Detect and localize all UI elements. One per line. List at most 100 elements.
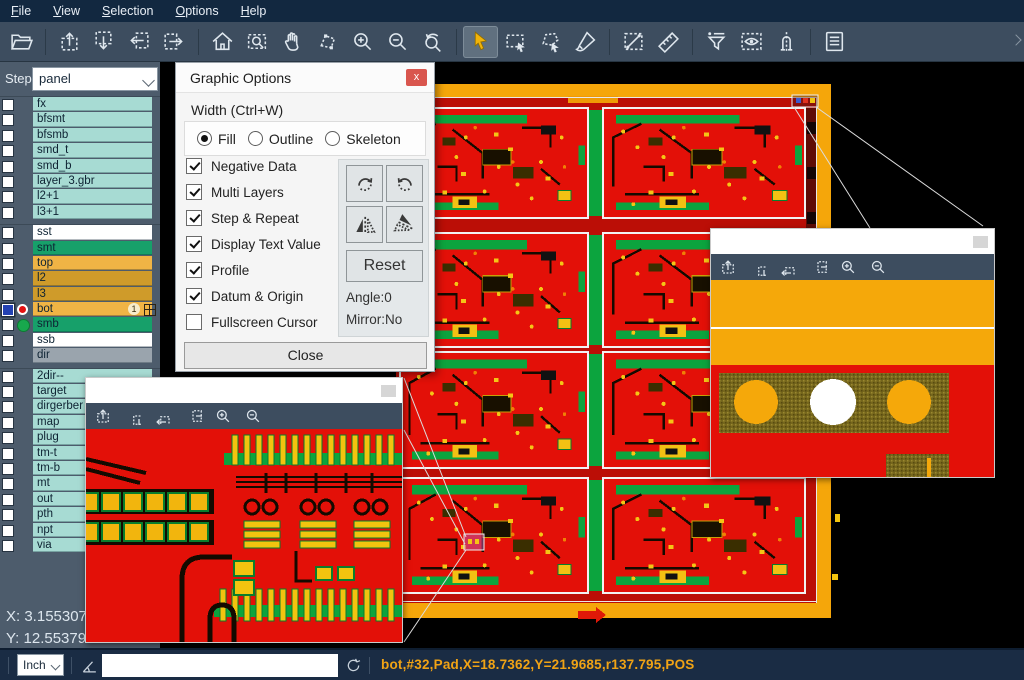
pan-right-button[interactable] [157, 26, 192, 58]
layer-checkbox[interactable] [2, 335, 14, 347]
layer-label[interactable]: smd_b [33, 159, 152, 173]
option-checkbox-row[interactable]: Datum & Origin [186, 283, 336, 309]
checkbox-icon[interactable] [186, 288, 202, 304]
highlight-net-button[interactable] [769, 26, 804, 58]
layer-checkbox[interactable] [2, 176, 14, 188]
layer-row[interactable]: fx [0, 97, 160, 112]
filter-button[interactable] [699, 26, 734, 58]
layer-label[interactable]: layer_3.gbr [33, 174, 152, 188]
move-vertex-button[interactable] [310, 26, 345, 58]
pan-left-icon[interactable] [154, 407, 172, 425]
unit-selector[interactable]: Inch [17, 654, 64, 676]
layer-checkbox[interactable] [2, 161, 14, 173]
option-checkbox-row[interactable]: Profile [186, 257, 336, 283]
layer-label[interactable]: smd_t [33, 143, 152, 157]
layer-label[interactable]: bfsmb [33, 128, 152, 142]
checkbox-icon[interactable] [186, 210, 202, 226]
layer-checkbox[interactable] [2, 130, 14, 142]
option-checkbox-row[interactable]: Display Text Value [186, 231, 336, 257]
layer-checkbox[interactable] [2, 463, 14, 475]
rotate-ccw-button[interactable] [386, 165, 423, 202]
layer-checkbox[interactable] [2, 191, 14, 203]
measure-distance-button[interactable] [616, 26, 651, 58]
layer-checkbox[interactable] [2, 386, 14, 398]
pan-up-button[interactable] [52, 26, 87, 58]
pan-left-icon[interactable] [779, 258, 797, 276]
zoom-previous-button[interactable] [415, 26, 450, 58]
menu-item[interactable]: Options [164, 0, 229, 22]
fill-mode-radio[interactable]: Outline [248, 131, 313, 147]
layer-row[interactable]: top [0, 256, 160, 271]
checkbox-icon[interactable] [186, 184, 202, 200]
layer-row[interactable]: bfsmb [0, 128, 160, 143]
zoom-in-button[interactable] [345, 26, 380, 58]
menu-item[interactable]: Selection [91, 0, 164, 22]
layer-row[interactable]: smd_t [0, 143, 160, 158]
fill-mode-radio[interactable]: Skeleton [325, 131, 400, 147]
refresh-icon[interactable] [344, 656, 363, 675]
layer-checkbox[interactable] [2, 145, 14, 157]
window-button[interactable] [381, 385, 396, 397]
pan-up-icon[interactable] [94, 407, 112, 425]
layer-row[interactable]: bfsmt [0, 112, 160, 127]
menu-item[interactable]: Help [230, 0, 278, 22]
angle-mode-icon[interactable] [80, 656, 100, 676]
zoom-in-icon[interactable] [839, 258, 857, 276]
option-checkbox-row[interactable]: Step & Repeat [186, 205, 336, 231]
pan-right-icon[interactable] [184, 407, 202, 425]
layer-label[interactable]: smb [33, 317, 152, 331]
layer-label[interactable]: l2 [33, 271, 152, 285]
layer-checkbox[interactable] [2, 243, 14, 255]
layer-checkbox[interactable] [2, 350, 14, 362]
report-form-button[interactable] [817, 26, 852, 58]
layer-checkbox[interactable] [2, 207, 14, 219]
checkbox-icon[interactable] [186, 262, 202, 278]
layer-checkbox[interactable] [2, 401, 14, 413]
menu-item[interactable]: File [0, 0, 42, 22]
magnifier-title-bar[interactable] [711, 229, 994, 254]
layer-checkbox[interactable] [2, 273, 14, 285]
layer-label[interactable]: fx [33, 97, 152, 111]
open-folder-button[interactable] [4, 26, 39, 58]
close-button[interactable]: Close [184, 342, 427, 369]
pan-right-icon[interactable] [809, 258, 827, 276]
menu-item[interactable]: View [42, 0, 91, 22]
layer-checkbox[interactable] [2, 289, 14, 301]
layer-checkbox[interactable] [2, 258, 14, 270]
layer-checkbox[interactable] [2, 525, 14, 537]
mirror-horizontal-button[interactable] [346, 206, 383, 243]
layer-label[interactable]: l3+1 [33, 205, 152, 219]
pan-hand-button[interactable] [275, 26, 310, 58]
zoom-in-icon[interactable] [214, 407, 232, 425]
magnifier-pcb-detail[interactable] [86, 429, 402, 642]
option-checkbox-row[interactable]: Multi Layers [186, 179, 336, 205]
layer-row[interactable]: l2+1 [0, 189, 160, 204]
layer-row[interactable]: layer_3.gbr [0, 174, 160, 189]
layer-label[interactable]: dir [33, 348, 152, 362]
layer-checkbox[interactable] [2, 448, 14, 460]
select-cursor-button[interactable] [463, 26, 498, 58]
layer-checkbox[interactable] [2, 494, 14, 506]
fill-mode-radio[interactable]: Fill [197, 131, 236, 147]
zoom-window-button[interactable] [240, 26, 275, 58]
checkbox-icon[interactable] [186, 314, 202, 330]
layer-checkbox[interactable] [2, 478, 14, 490]
select-rect-button[interactable] [498, 26, 533, 58]
layer-checkbox[interactable] [2, 509, 14, 521]
layer-label[interactable]: smt [33, 241, 152, 255]
layer-label[interactable]: l2+1 [33, 189, 152, 203]
layer-label[interactable]: ssb [33, 333, 152, 347]
pan-down-icon[interactable] [749, 258, 767, 276]
close-icon[interactable]: x [406, 69, 427, 86]
ruler-button[interactable] [651, 26, 686, 58]
layer-checkbox[interactable] [2, 304, 14, 316]
layer-row[interactable]: l2 [0, 271, 160, 286]
layer-row[interactable]: sst [0, 225, 160, 240]
layer-checkbox[interactable] [2, 99, 14, 111]
select-polygon-button[interactable] [533, 26, 568, 58]
layer-row[interactable]: smt [0, 241, 160, 256]
layer-label[interactable]: l3 [33, 287, 152, 301]
layer-label[interactable]: bfsmt [33, 112, 152, 126]
dialog-title-bar[interactable]: Graphic Options x [176, 63, 434, 93]
layer-checkbox[interactable] [2, 319, 14, 331]
